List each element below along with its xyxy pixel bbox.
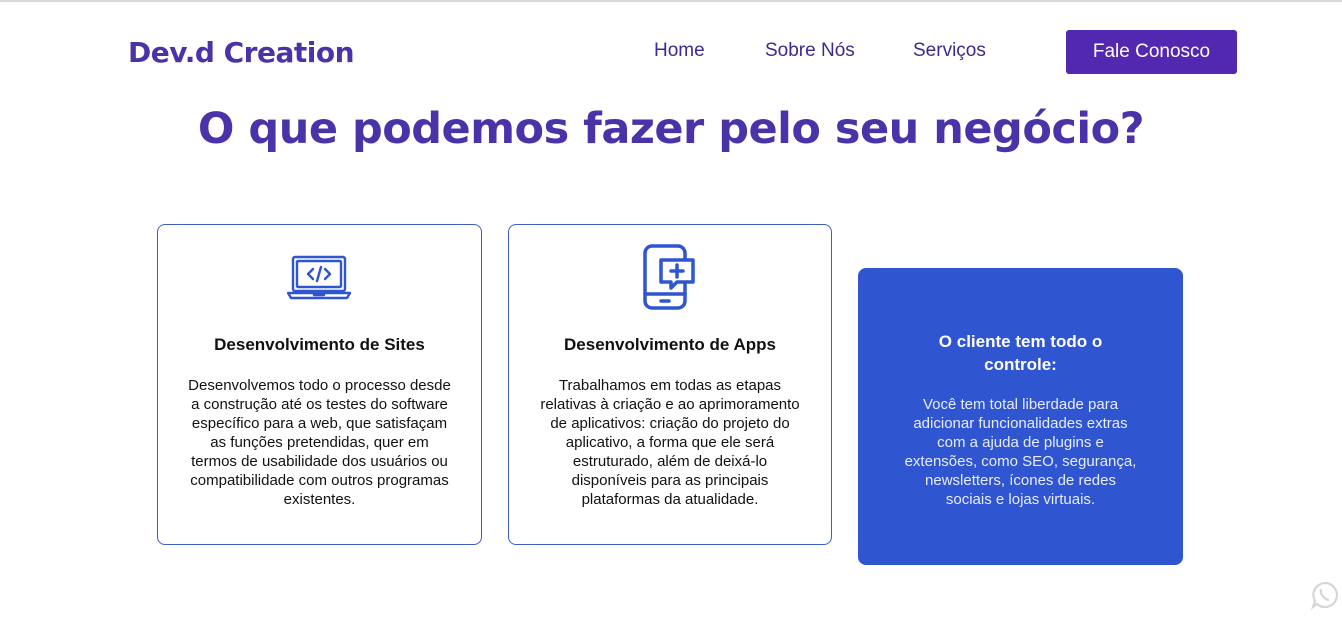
card-description: Você tem total liberdade para adicionar …	[904, 396, 1137, 508]
whatsapp-icon[interactable]	[1310, 580, 1340, 610]
nav-sobre-nos-link[interactable]: Sobre Nós	[765, 40, 855, 62]
page-title: O que podemos fazer pelo seu negócio?	[197, 104, 1145, 154]
card-description: Trabalhamos em todas as etapas relativas…	[540, 377, 800, 508]
card-description: Desenvolvemos todo o processo desde a co…	[188, 377, 451, 508]
nav-home-link[interactable]: Home	[654, 40, 705, 62]
service-card-control: O cliente tem todo o controle: Você tem …	[858, 268, 1183, 565]
service-card-sites: Desenvolvimento de Sites Desenvolvemos t…	[157, 224, 482, 545]
site-logo[interactable]: Dev.d Creation	[128, 36, 355, 69]
service-card-apps: Desenvolvimento de Apps Trabalhamos em t…	[508, 224, 832, 545]
nav-servicos-link[interactable]: Serviços	[913, 40, 986, 62]
mobile-chat-icon	[643, 244, 697, 315]
laptop-code-icon	[286, 255, 352, 306]
card-title: O cliente tem todo o controle:	[938, 332, 1103, 374]
card-title: Desenvolvimento de Apps	[564, 335, 776, 354]
card-title: Desenvolvimento de Sites	[214, 335, 425, 354]
fale-conosco-button[interactable]: Fale Conosco	[1066, 30, 1237, 74]
